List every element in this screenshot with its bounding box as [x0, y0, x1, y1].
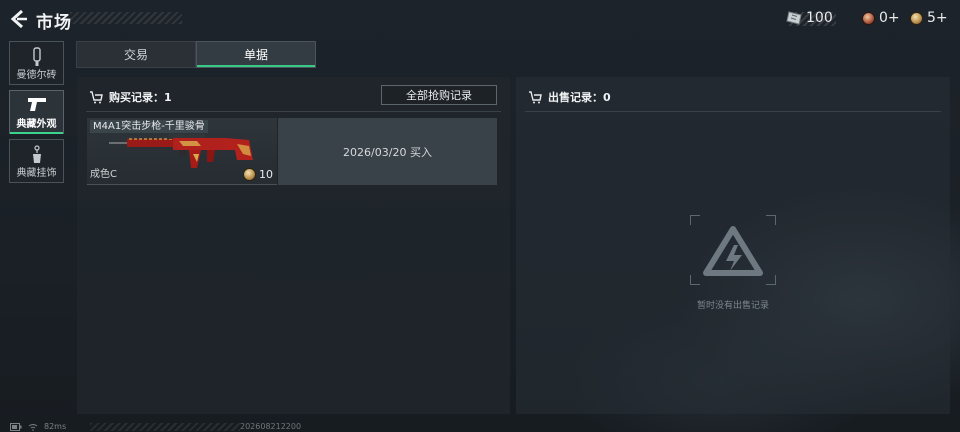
purchase-record-row[interactable]: M4A1突击步枪-千里骏骨 成色C 10 2026/03/20 买入 [87, 118, 497, 185]
wifi-icon [28, 423, 38, 431]
all-purchase-records-button[interactable]: 全部抢购记录 [381, 85, 497, 105]
tab-bar: 交易 单据 [76, 41, 316, 68]
page-title: 市场 [36, 13, 72, 33]
currency-red-coin-value: 0+ [879, 10, 900, 26]
pistol-icon [27, 98, 46, 111]
status-decoration [90, 423, 240, 431]
empty-state: 暂时没有出售记录 [668, 215, 798, 311]
sales-records-header: 出售记录：0 [528, 89, 611, 105]
empty-state-text: 暂时没有出售记录 [696, 301, 769, 311]
divider [86, 111, 501, 112]
battery-icon [10, 422, 22, 431]
gold-coin-icon [243, 168, 256, 181]
uid-text: 202608212200 [240, 422, 302, 431]
sidebar-item-label: 曼德尔砖 [16, 70, 57, 81]
sidebar-item-skins[interactable]: 典藏外观 [9, 90, 64, 134]
item-price-value: 10 [259, 168, 273, 181]
brick-icon [32, 47, 41, 66]
status-bar: 82ms [10, 421, 66, 432]
sidebar-item-label: 典藏挂饰 [16, 168, 57, 179]
tab-trade[interactable]: 交易 [76, 41, 196, 68]
charm-icon [32, 145, 41, 163]
currency-gold-coin-value: 5+ [927, 10, 948, 26]
cart-icon [529, 91, 542, 104]
currency-gold-coin[interactable]: 5+ [910, 10, 948, 26]
tab-orders[interactable]: 单据 [196, 41, 316, 68]
item-name: M4A1突击步枪-千里骏骨 [90, 120, 208, 133]
purchase-records-panel: 购买记录：1 全部抢购记录 M4A1突击步枪-千里骏骨 成色C 10 2026/… [77, 77, 510, 414]
top-bar: 市场 100 0+ 5+ [0, 0, 960, 36]
title-decoration [70, 12, 182, 24]
purchase-records-count: 购买记录：1 [109, 91, 172, 104]
item-card[interactable]: M4A1突击步枪-千里骏骨 成色C 10 [87, 118, 277, 185]
red-coin-icon [862, 11, 875, 25]
item-quality: 成色C [90, 169, 117, 180]
empty-logo-icon [703, 226, 763, 276]
gold-coin-icon [910, 11, 923, 25]
back-button[interactable] [8, 8, 30, 30]
sidebar-item-charms[interactable]: 典藏挂饰 [9, 139, 64, 183]
rifle-image [109, 134, 253, 168]
sales-records-panel: 出售记录：0 暂时没有出售记录 [516, 77, 950, 414]
item-price: 10 [243, 168, 273, 181]
sidebar-item-label: 典藏外观 [16, 119, 57, 130]
divider [525, 111, 941, 112]
purchase-date: 2026/03/20 买入 [278, 118, 497, 185]
ping-value: 82ms [44, 422, 67, 431]
ticket-icon [786, 11, 802, 25]
back-arrow-icon [10, 9, 27, 29]
purchase-records-header: 购买记录：1 [89, 89, 172, 105]
cart-icon [90, 91, 103, 104]
sales-records-count: 出售记录：0 [548, 91, 611, 104]
currency-ticket[interactable]: 100 [786, 10, 833, 26]
sidebar-item-brick[interactable]: 曼德尔砖 [9, 41, 64, 85]
currency-ticket-value: 100 [806, 10, 833, 26]
currency-red-coin[interactable]: 0+ [862, 10, 900, 26]
